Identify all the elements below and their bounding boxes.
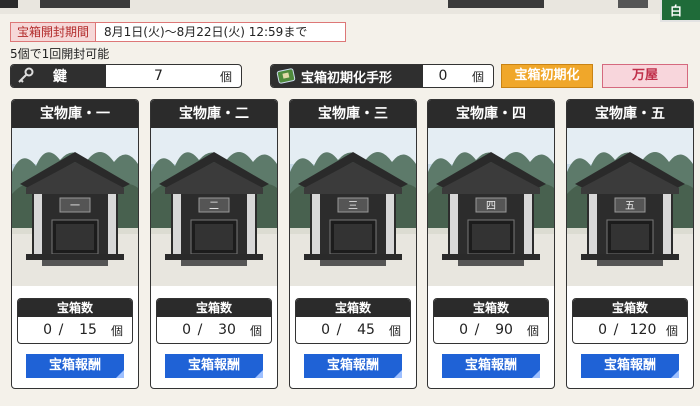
shop-button[interactable]: 万屋: [602, 64, 688, 88]
corner-tab[interactable]: 白: [660, 0, 700, 22]
vault-card[interactable]: 宝物庫・一 一 宝箱数 0 / 15 個宝箱報酬: [11, 99, 139, 389]
chest-count-current: 0: [598, 322, 607, 338]
chest-count-max: 15: [79, 322, 97, 338]
chest-count-unit: 個: [110, 323, 123, 338]
chest-reward-label: 宝箱報酬: [603, 358, 656, 373]
key-counter: 鍵 7 個: [10, 64, 242, 88]
chest-count-box: 宝箱数 0 / 30 個: [156, 298, 272, 344]
chest-count-label: 宝箱数: [573, 299, 687, 317]
vault-title: 宝物庫・四: [428, 100, 554, 128]
key-count-value: 7: [154, 68, 163, 84]
chest-count-box: 宝箱数 0 / 15 個: [17, 298, 133, 344]
chest-reward-button[interactable]: 宝箱報酬: [304, 354, 402, 378]
chest-count-separator: /: [474, 322, 480, 338]
chest-count-label: 宝箱数: [434, 299, 548, 317]
chest-count-separator: /: [197, 322, 203, 338]
vault-building-image: 二: [151, 128, 277, 286]
chest-count-separator: /: [58, 322, 64, 338]
chest-count-unit: 個: [526, 323, 539, 338]
reset-ticket-unit: 個: [471, 69, 484, 84]
open-period-value: 8月1日(火)～8月22日(火) 12:59まで: [96, 22, 347, 42]
chest-reward-label: 宝箱報酬: [48, 358, 101, 373]
chest-count-unit: 個: [665, 323, 678, 338]
key-label: 鍵: [53, 69, 67, 85]
corner-triangle-icon: [532, 370, 540, 378]
chest-count-label: 宝箱数: [157, 299, 271, 317]
chest-reward-button[interactable]: 宝箱報酬: [26, 354, 124, 378]
chest-count-current: 0: [182, 322, 191, 338]
vault-card[interactable]: 宝物庫・三 三 宝箱数 0 / 45 個宝箱報酬: [289, 99, 417, 389]
top-bar-segment: [618, 0, 648, 8]
reset-ticket-value: 0: [438, 68, 448, 84]
chest-count-unit: 個: [388, 323, 401, 338]
open-period-label: 宝箱開封期間: [10, 22, 97, 42]
key-count-unit: 個: [219, 69, 232, 84]
top-bar-segment: [0, 0, 18, 8]
chest-count-unit: 個: [249, 323, 262, 338]
chest-count-max: 45: [357, 322, 375, 338]
corner-triangle-icon: [671, 370, 679, 378]
chest-count-max: 30: [218, 322, 236, 338]
chest-count-separator: /: [613, 322, 619, 338]
vault-card[interactable]: 宝物庫・四 四 宝箱数 0 / 90 個宝箱報酬: [427, 99, 555, 389]
chest-count-current: 0: [321, 322, 330, 338]
chest-count-box: 宝箱数 0 / 120 個: [572, 298, 688, 344]
vault-building-image: 一: [12, 128, 138, 286]
chest-count-values: 0 / 90 個: [434, 317, 548, 343]
vault-building-image: 四: [428, 128, 554, 286]
chest-count-label: 宝箱数: [18, 299, 132, 317]
reset-chests-button[interactable]: 宝箱初期化: [501, 64, 593, 88]
vault-card[interactable]: 宝物庫・五 五 宝箱数 0 / 120 個宝箱報酬: [566, 99, 694, 389]
vault-title: 宝物庫・二: [151, 100, 277, 128]
chest-count-current: 0: [43, 322, 52, 338]
vault-plaque: 一: [70, 201, 80, 212]
top-bar-segment: [40, 0, 130, 8]
vault-building-image: 三: [290, 128, 416, 286]
vault-plaque: 四: [486, 201, 496, 212]
vault-title: 宝物庫・一: [12, 100, 138, 128]
top-strip: [0, 0, 700, 14]
ticket-icon: [271, 67, 301, 85]
top-bar-segment: [448, 0, 544, 8]
chest-reward-label: 宝箱報酬: [326, 358, 379, 373]
chest-count-values: 0 / 45 個: [296, 317, 410, 343]
key-icon: [11, 67, 39, 85]
chest-reward-button[interactable]: 宝箱報酬: [442, 354, 540, 378]
chest-count-box: 宝箱数 0 / 90 個: [433, 298, 549, 344]
chest-count-max: 120: [629, 322, 657, 338]
chest-count-max: 90: [495, 322, 513, 338]
vault-plaque: 三: [348, 201, 358, 212]
vault-card[interactable]: 宝物庫・二 二 宝箱数 0 / 30 個宝箱報酬: [150, 99, 278, 389]
chest-count-values: 0 / 120 個: [573, 317, 687, 343]
chest-reward-button[interactable]: 宝箱報酬: [165, 354, 263, 378]
chest-count-current: 0: [459, 322, 468, 338]
corner-triangle-icon: [255, 370, 263, 378]
chest-reward-label: 宝箱報酬: [464, 358, 517, 373]
chest-count-box: 宝箱数 0 / 45 個: [295, 298, 411, 344]
chest-reward-label: 宝箱報酬: [187, 358, 240, 373]
reset-ticket-counter: 宝箱初期化手形 0 個: [270, 64, 494, 88]
vault-title: 宝物庫・五: [567, 100, 693, 128]
chest-count-label: 宝箱数: [296, 299, 410, 317]
corner-triangle-icon: [394, 370, 402, 378]
chest-count-values: 0 / 15 個: [18, 317, 132, 343]
vault-title: 宝物庫・三: [290, 100, 416, 128]
chest-reward-button[interactable]: 宝箱報酬: [581, 354, 679, 378]
vault-plaque: 五: [625, 201, 635, 212]
open-period: 宝箱開封期間 8月1日(火)～8月22日(火) 12:59まで: [10, 22, 347, 42]
reset-ticket-label: 宝箱初期化手形: [301, 70, 393, 86]
corner-triangle-icon: [116, 370, 124, 378]
reset-ticket-label-area: 宝箱初期化手形: [271, 65, 423, 87]
key-label-area: 鍵: [11, 65, 106, 87]
chest-count-separator: /: [336, 322, 342, 338]
vault-plaque: 二: [209, 201, 219, 212]
vault-building-image: 五: [567, 128, 693, 286]
open-rule-note: 5個で1回開封可能: [10, 47, 110, 61]
chest-count-values: 0 / 30 個: [157, 317, 271, 343]
